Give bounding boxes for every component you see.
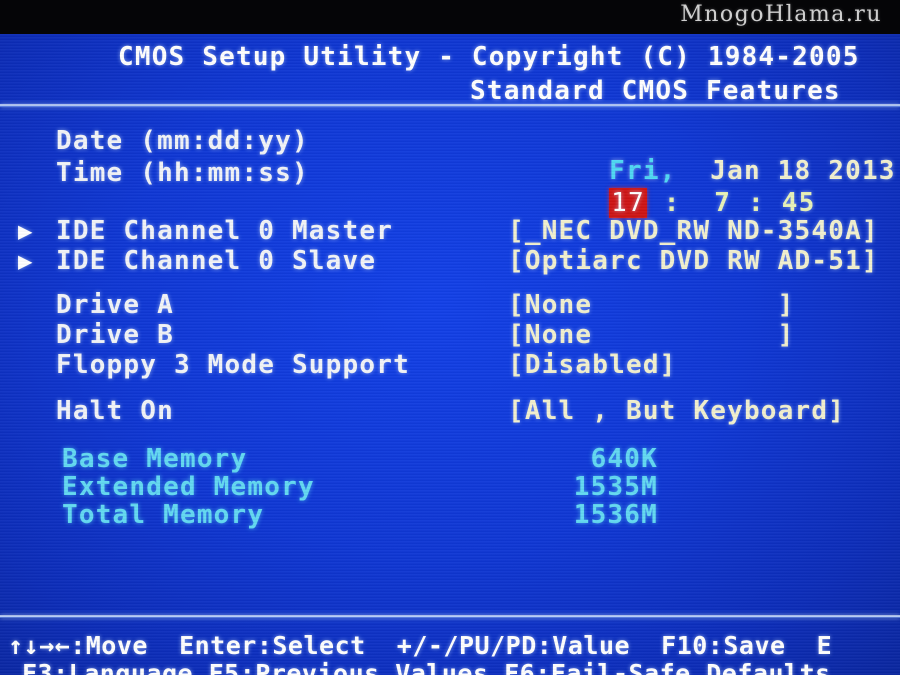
total-memory-value: 1536M (573, 500, 658, 530)
date-label: Date (mm:dd:yy) (56, 126, 309, 156)
time-label: Time (hh:mm:ss) (56, 158, 309, 188)
drive-a-value[interactable]: [None ] (508, 290, 795, 320)
floppy-3-mode-label: Floppy 3 Mode Support (56, 350, 410, 380)
floppy-3-mode-value[interactable]: [Disabled] (508, 350, 677, 380)
drive-b-label: Drive B (56, 320, 174, 350)
ide-slave-label[interactable]: IDE Channel 0 Slave (56, 246, 376, 276)
halt-on-label: Halt On (56, 396, 174, 426)
page-subtitle: Standard CMOS Features (470, 76, 841, 106)
bios-screenshot: MnogoHlama.ru CMOS Setup Utility - Copyr… (0, 0, 900, 675)
ide-master-expand-icon[interactable]: ▶ (18, 216, 34, 246)
ide-slave-expand-icon[interactable]: ▶ (18, 246, 34, 276)
ide-master-label[interactable]: IDE Channel 0 Master (56, 216, 393, 246)
bios-setup-screen: CMOS Setup Utility - Copyright (C) 1984-… (0, 34, 900, 675)
drive-b-value[interactable]: [None ] (508, 320, 795, 350)
extended-memory-label: Extended Memory (62, 472, 315, 502)
ide-slave-value[interactable]: [Optiarc DVD RW AD-51] (508, 246, 879, 276)
site-watermark: MnogoHlama.ru (680, 2, 882, 27)
page-title: CMOS Setup Utility - Copyright (C) 1984-… (118, 42, 860, 72)
ide-master-value[interactable]: [_NEC DVD_RW ND-3540A] (508, 216, 879, 246)
footer-divider (0, 615, 900, 618)
time-hours-field[interactable]: 17 (609, 188, 647, 218)
base-memory-value: 640K (590, 444, 658, 474)
footer-keys-line-1: ↑↓→←:Move Enter:Select +/-/PU/PD:Value F… (8, 631, 833, 660)
time-minutes-field[interactable]: 7 (714, 188, 731, 218)
extended-memory-value: 1535M (573, 472, 658, 502)
total-memory-label: Total Memory (62, 500, 265, 530)
header-divider (0, 104, 900, 107)
halt-on-value[interactable]: [All , But Keyboard] (508, 396, 845, 426)
footer-keys-line-2: F3:Language F5:Previous Values F6:Fail-S… (22, 659, 831, 675)
time-separator-2: : (748, 188, 765, 218)
time-separator-1: : (663, 188, 681, 218)
base-memory-label: Base Memory (62, 444, 248, 474)
time-seconds-field[interactable]: 45 (782, 188, 816, 218)
photo-black-border: MnogoHlama.ru (0, 0, 900, 34)
drive-a-label: Drive A (56, 290, 174, 320)
